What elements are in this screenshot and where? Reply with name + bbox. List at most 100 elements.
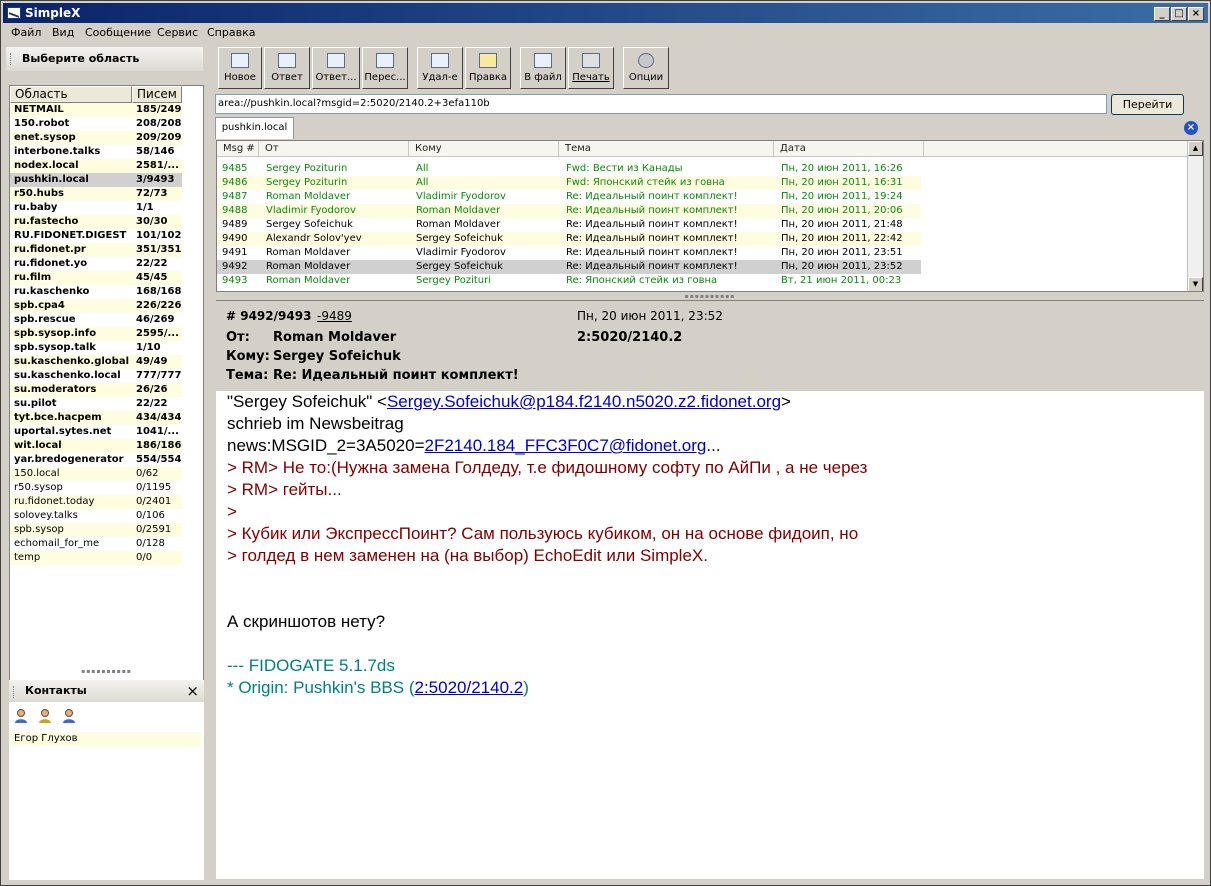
col-count[interactable]: Писем [132, 86, 182, 103]
cell-subj: Fwd: Вести из Канады [566, 163, 683, 174]
msgid-link[interactable]: 2F2140.184_FFC3F0C7@fidonet.org [425, 436, 707, 455]
area-list[interactable]: Область Писем NETMAIL 185/249 150.robot 208… [9, 85, 204, 710]
col-msgnum[interactable]: Msg # [217, 141, 259, 157]
prev-message-link[interactable]: -9489 [317, 309, 352, 323]
menu-view[interactable]: Вид [52, 26, 74, 39]
quote-line: > RM> гейты... [227, 480, 342, 499]
area-row[interactable]: interbone.talks 58/146 [10, 145, 182, 159]
save-to-file-button[interactable]: В файл [520, 47, 566, 89]
message-row[interactable]: 9490 Alexandr Solov'yev Sergey Sofeichuk Re… [217, 232, 921, 246]
message-list[interactable]: Msg # От Кому Тема Дата 9485 Sergey Pozit… [216, 140, 1204, 292]
close-tab-icon[interactable]: × [1184, 121, 1198, 135]
col-subject[interactable]: Тема [559, 141, 774, 157]
cell-date: Вт, 21 июн 2011, 00:23 [781, 275, 902, 286]
area-row[interactable]: ru.fastecho 30/30 [10, 215, 182, 229]
delete-button[interactable]: Удал-е [417, 47, 463, 89]
col-date[interactable]: Дата [774, 141, 924, 157]
area-row[interactable]: 150.local 0/62 [10, 467, 182, 481]
message-row[interactable]: 9493 Roman Moldaver Sergey Pozituri Re: Япо… [217, 274, 921, 288]
area-row[interactable]: pushkin.local 3/9493 [10, 173, 182, 187]
area-row[interactable]: spb.cpa4 226/226 [10, 299, 182, 313]
area-count: 0/106 [136, 510, 165, 521]
menu-help[interactable]: Справка [207, 26, 255, 39]
area-row[interactable]: echomail_for_me 0/128 [10, 537, 182, 551]
message-row[interactable]: 9489 Sergey Sofeichuk Roman Moldaver Re: Ид… [217, 218, 921, 232]
area-row[interactable]: temp 0/0 [10, 551, 182, 565]
tab-pushkin-local[interactable]: pushkin.local [215, 117, 294, 139]
edit-contact-icon[interactable] [37, 708, 53, 724]
area-row[interactable]: ru.fidonet.pr 351/351 [10, 243, 182, 257]
delete-contact-icon[interactable] [61, 708, 77, 724]
area-row[interactable]: yar.bredogenerator 554/554 [10, 453, 182, 467]
area-row[interactable]: nodex.local 2581/... [10, 159, 182, 173]
options-button[interactable]: Опции [623, 47, 669, 89]
area-row[interactable]: spb.sysop 0/2591 [10, 523, 182, 537]
area-row[interactable]: ru.baby 1/1 [10, 201, 182, 215]
area-row[interactable]: RU.FIDONET.DIGEST 101/102 [10, 229, 182, 243]
area-row[interactable]: solovey.talks 0/106 [10, 509, 182, 523]
add-contact-icon[interactable] [13, 708, 29, 724]
col-from[interactable]: От [259, 141, 409, 157]
area-row[interactable]: r50.hubs 72/73 [10, 187, 182, 201]
area-row[interactable]: wit.local 186/186 [10, 439, 182, 453]
col-to[interactable]: Кому [409, 141, 559, 157]
address-input[interactable]: area://pushkin.local?msgid=2:5020/2140.2… [215, 94, 1107, 114]
area-name: su.kaschenko.global [14, 356, 130, 367]
area-name: spb.sysop.talk [14, 342, 96, 353]
area-row[interactable]: spb.sysop.talk 1/10 [10, 341, 182, 355]
cell-subj: Re: Идеальный поинт комплект! [566, 219, 738, 230]
print-button[interactable]: Печать [568, 47, 614, 89]
area-row[interactable]: spb.sysop.info 2595/... [10, 327, 182, 341]
area-row[interactable]: NETMAIL 185/249 [10, 103, 182, 117]
left-splitter[interactable]: ▪▪▪▪▪▪▪▪▪▪ [9, 669, 204, 675]
edit-button[interactable]: Правка [465, 47, 511, 89]
message-row[interactable]: 9492 Roman Moldaver Sergey Sofeichuk Re: Ид… [217, 260, 921, 274]
from-address: 2:5020/2140.2 [577, 330, 683, 345]
cell-subj: Re: Идеальный поинт комплект! [566, 191, 738, 202]
forward-button[interactable]: Перес... [362, 47, 408, 89]
new-button[interactable]: Новое [218, 47, 262, 89]
maximize-button[interactable]: □ [1171, 7, 1187, 21]
close-button[interactable]: × [1188, 7, 1204, 21]
contacts-close-icon[interactable]: × [186, 680, 199, 702]
list-splitter[interactable]: ▪▪▪▪▪▪▪▪▪▪ [216, 294, 1204, 300]
message-row[interactable]: 9486 Sergey Poziturin All Fwd: Японский сте… [217, 176, 921, 190]
message-row[interactable]: 9485 Sergey Poziturin All Fwd: Вести из Кан… [217, 162, 921, 176]
main-area: Новое Ответ Ответ... Перес... Удал-е Пра… [213, 44, 1206, 882]
menu-file[interactable]: Файл [11, 26, 41, 39]
area-row[interactable]: uportal.sytes.net 1041/... [10, 425, 182, 439]
area-row[interactable]: su.moderators 26/26 [10, 383, 182, 397]
cell-to: Sergey Pozituri [416, 275, 491, 286]
area-row[interactable]: r50.sysop 0/1195 [10, 481, 182, 495]
scroll-up-icon[interactable]: ▲ [1188, 141, 1203, 156]
area-row[interactable]: spb.rescue 46/269 [10, 313, 182, 327]
email-link[interactable]: Sergey.Sofeichuk@p184.f2140.n5020.z2.fid… [387, 392, 781, 411]
list-scrollbar[interactable]: ▲ ▼ [1187, 141, 1203, 291]
message-row[interactable]: 9491 Roman Moldaver Vladimir Fyodorov Re: И… [217, 246, 921, 260]
contact-item[interactable]: Егор Глухов [10, 732, 202, 746]
area-row[interactable]: su.kaschenko.local 777/777 [10, 369, 182, 383]
message-row[interactable]: 9488 Vladimir Fyodorov Roman Moldaver Re: И… [217, 204, 921, 218]
reply-to-button[interactable]: Ответ... [312, 47, 360, 89]
area-name: RU.FIDONET.DIGEST [14, 230, 127, 241]
message-row[interactable]: 9487 Roman Moldaver Vladimir Fyodorov Re: И… [217, 190, 921, 204]
go-button[interactable]: Перейти [1111, 94, 1184, 115]
area-row[interactable]: ru.fidonet.yo 22/22 [10, 257, 182, 271]
menu-service[interactable]: Сервис [157, 26, 198, 39]
area-row[interactable]: enet.sysop 209/209 [10, 131, 182, 145]
area-row[interactable]: 150.robot 208/208 [10, 117, 182, 131]
origin-address-link[interactable]: 2:5020/2140.2 [414, 678, 523, 697]
col-area[interactable]: Область [10, 86, 132, 103]
area-row[interactable]: ru.film 45/45 [10, 271, 182, 285]
scroll-down-icon[interactable]: ▼ [1188, 277, 1203, 291]
menu-message[interactable]: Сообщение [85, 26, 151, 39]
reply-button[interactable]: Ответ [264, 47, 310, 89]
to-label: Кому: [226, 349, 270, 364]
area-row[interactable]: tyt.bce.hacpem 434/434 [10, 411, 182, 425]
area-row[interactable]: ru.fidonet.today 0/2401 [10, 495, 182, 509]
vertical-splitter[interactable] [207, 44, 211, 882]
area-row[interactable]: ru.kaschenko 168/168 [10, 285, 182, 299]
area-row[interactable]: su.kaschenko.global 49/49 [10, 355, 182, 369]
area-row[interactable]: su.pilot 22/22 [10, 397, 182, 411]
minimize-button[interactable]: _ [1154, 7, 1170, 21]
